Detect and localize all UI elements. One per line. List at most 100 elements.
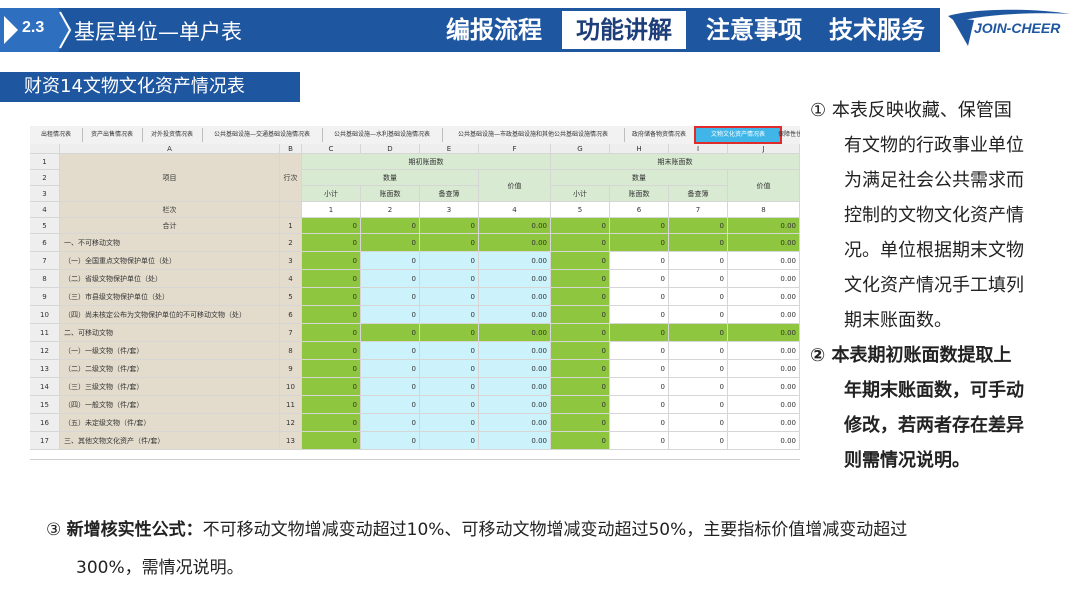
- header-item: 项目: [60, 154, 280, 202]
- data-cell[interactable]: 0.00: [728, 252, 800, 270]
- data-cell[interactable]: 0.00: [728, 378, 800, 396]
- data-cell[interactable]: 0: [361, 306, 420, 324]
- data-cell[interactable]: 0.00: [479, 360, 551, 378]
- data-cell[interactable]: 0: [610, 252, 669, 270]
- data-cell: 0: [420, 218, 479, 234]
- data-cell[interactable]: 0.00: [479, 378, 551, 396]
- data-cell[interactable]: 0: [610, 414, 669, 432]
- data-cell[interactable]: 0: [610, 306, 669, 324]
- data-cell[interactable]: 0.00: [479, 252, 551, 270]
- data-cell: 0: [551, 306, 610, 324]
- data-cell[interactable]: 0: [669, 306, 728, 324]
- data-cell[interactable]: 0: [610, 288, 669, 306]
- data-cell[interactable]: 0: [610, 396, 669, 414]
- nav-tab-process[interactable]: 编报流程: [436, 11, 552, 49]
- data-cell[interactable]: 0: [420, 288, 479, 306]
- data-cell[interactable]: 0: [361, 432, 420, 450]
- data-cell: 0: [610, 234, 669, 252]
- col-index-blank: [280, 202, 302, 218]
- data-cell[interactable]: 0: [420, 432, 479, 450]
- data-cell[interactable]: 0: [669, 414, 728, 432]
- data-cell[interactable]: 0.00: [728, 396, 800, 414]
- data-cell: 0: [551, 342, 610, 360]
- row-number: 4: [30, 202, 60, 218]
- data-cell[interactable]: 0: [610, 378, 669, 396]
- data-cell[interactable]: 0: [361, 378, 420, 396]
- data-cell: 0.00: [728, 324, 800, 342]
- data-cell[interactable]: 0: [420, 360, 479, 378]
- data-cell[interactable]: 0: [361, 252, 420, 270]
- data-cell[interactable]: 0: [361, 288, 420, 306]
- data-cell[interactable]: 0: [361, 396, 420, 414]
- data-cell[interactable]: 0.00: [728, 306, 800, 324]
- data-cell[interactable]: 0.00: [728, 432, 800, 450]
- data-cell[interactable]: 0: [610, 360, 669, 378]
- data-cell[interactable]: 0: [669, 432, 728, 450]
- row-number: 11: [30, 324, 60, 342]
- data-cell[interactable]: 0: [669, 288, 728, 306]
- data-cell[interactable]: 0: [420, 396, 479, 414]
- data-cell[interactable]: 0: [669, 378, 728, 396]
- data-cell[interactable]: 0: [669, 360, 728, 378]
- data-cell[interactable]: 0.00: [479, 414, 551, 432]
- header-registered: 账面数: [361, 186, 420, 202]
- data-cell[interactable]: 0: [669, 252, 728, 270]
- data-cell: 0: [302, 234, 361, 252]
- sheet-tab[interactable]: 政府储备物资情况表: [624, 128, 695, 142]
- data-cell[interactable]: 0: [669, 342, 728, 360]
- data-cell[interactable]: 0: [420, 306, 479, 324]
- sheet-tab[interactable]: 公共基础设施—市政基础设施和其他公共基础设施情况表: [442, 128, 625, 142]
- header-quantity: 数量: [551, 170, 728, 186]
- nav-tab-notes[interactable]: 注意事项: [694, 11, 814, 49]
- sheet-tab[interactable]: 对外投资情况表: [142, 128, 203, 142]
- note-line: ② 本表期初账面数提取上: [810, 345, 1012, 366]
- data-cell[interactable]: 0: [420, 378, 479, 396]
- data-cell[interactable]: 0: [669, 270, 728, 288]
- data-cell[interactable]: 0: [420, 414, 479, 432]
- row-label: 合计: [60, 218, 280, 234]
- note-line: 则需情况说明。: [844, 450, 970, 471]
- sheet-tab[interactable]: 资产出售情况表: [82, 128, 143, 142]
- column-letter: G: [551, 144, 610, 154]
- data-cell[interactable]: 0.00: [728, 360, 800, 378]
- row-line-no: 6: [280, 306, 302, 324]
- data-cell[interactable]: 0.00: [728, 414, 800, 432]
- sheet-tab[interactable]: 保障性住: [778, 128, 800, 142]
- data-cell: 0: [302, 432, 361, 450]
- data-cell[interactable]: 0.00: [479, 306, 551, 324]
- data-cell[interactable]: 0.00: [479, 342, 551, 360]
- sheet-tab-active[interactable]: 文物文化资产情况表: [694, 126, 782, 144]
- data-cell[interactable]: 0.00: [479, 396, 551, 414]
- sheet-tab[interactable]: 公共基础设施—交通基础设施情况表: [202, 128, 323, 142]
- note-line: 控制的文物文化资产情: [844, 205, 1024, 226]
- data-cell[interactable]: 0: [610, 432, 669, 450]
- data-cell[interactable]: 0: [361, 414, 420, 432]
- data-cell[interactable]: 0: [361, 360, 420, 378]
- table-subtitle: 财资14文物文化资产情况表: [0, 72, 300, 102]
- data-cell: 0.00: [479, 324, 551, 342]
- row-number: 13: [30, 360, 60, 378]
- sheet-tab[interactable]: 公共基础设施—水利基础设施情况表: [322, 128, 443, 142]
- data-cell[interactable]: 0: [420, 252, 479, 270]
- data-cell[interactable]: 0: [361, 342, 420, 360]
- data-cell[interactable]: 0.00: [728, 342, 800, 360]
- sheet-tab[interactable]: 出租情况表: [30, 128, 83, 142]
- data-cell[interactable]: 0: [420, 342, 479, 360]
- data-cell[interactable]: 0.00: [728, 288, 800, 306]
- row-number: 17: [30, 432, 60, 450]
- data-cell[interactable]: 0: [361, 270, 420, 288]
- data-cell: 0: [669, 218, 728, 234]
- data-cell[interactable]: 0.00: [728, 270, 800, 288]
- data-cell[interactable]: 0: [669, 396, 728, 414]
- data-cell[interactable]: 0: [610, 342, 669, 360]
- row-line-no: 2: [280, 234, 302, 252]
- nav-tab-support[interactable]: 技术服务: [818, 11, 936, 49]
- data-cell[interactable]: 0: [610, 270, 669, 288]
- data-cell[interactable]: 0: [420, 270, 479, 288]
- nav-tab-function[interactable]: 功能讲解: [562, 11, 686, 49]
- data-cell[interactable]: 0.00: [479, 270, 551, 288]
- row-line-no: 13: [280, 432, 302, 450]
- row-label: （二）省级文物保护单位（处）: [60, 270, 280, 288]
- data-cell[interactable]: 0.00: [479, 288, 551, 306]
- data-cell[interactable]: 0.00: [479, 432, 551, 450]
